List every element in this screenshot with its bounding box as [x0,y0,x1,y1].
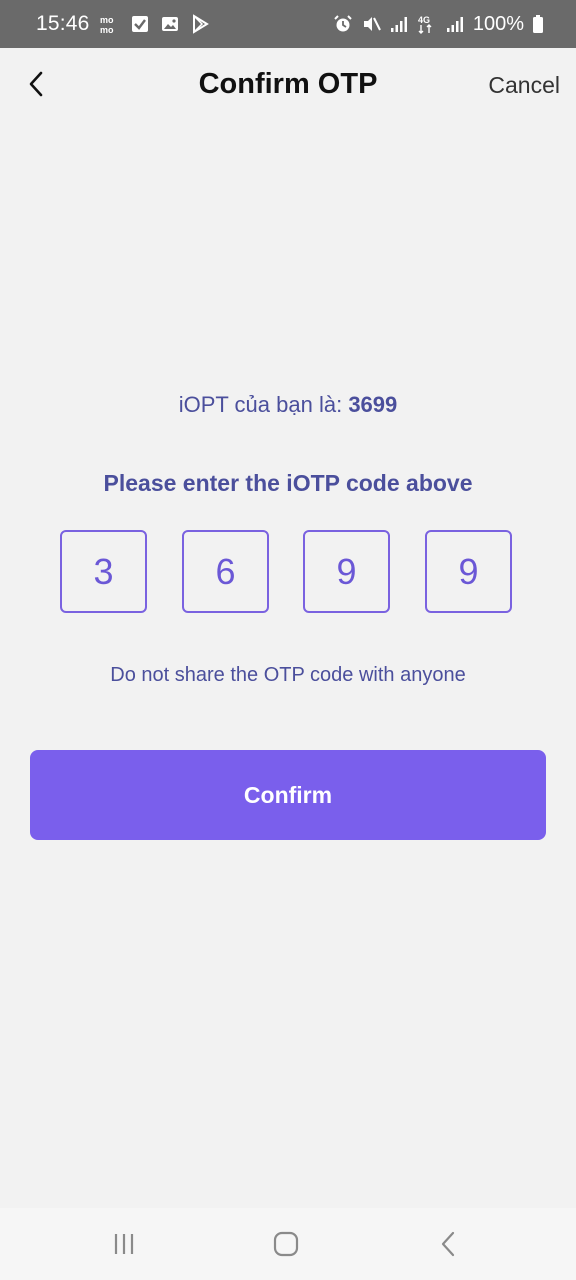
otp-code: 3699 [348,392,398,417]
otp-digit-input[interactable]: 9 [303,530,390,613]
alarm-icon [333,14,353,34]
battery-icon [532,14,544,34]
otp-input-group: 3 6 9 9 [60,530,516,616]
image-icon [160,14,180,34]
svg-text:mo: mo [100,25,114,34]
system-nav-bar [0,1208,576,1280]
home-icon [273,1231,299,1257]
mute-icon [361,14,381,34]
back-icon [441,1231,455,1257]
svg-text:mo: mo [100,15,114,25]
signal-icon [389,14,409,34]
otp-info: iOPT của bạn là: 3699 [0,392,576,418]
otp-info-prefix: iOPT của bạn là: [178,392,349,417]
momo-icon: mo mo [100,14,120,35]
cancel-button[interactable]: Cancel [488,72,560,99]
otp-instruction: Please enter the iOTP code above [103,470,473,496]
nav-back-button[interactable] [428,1226,468,1262]
confirm-button[interactable]: Confirm [30,750,546,840]
4g-icon: 4G [417,14,437,34]
status-right: 4G 100% [333,0,544,48]
status-bar: 15:46 mo mo 4G 100% [0,0,576,48]
otp-digit-input[interactable]: 3 [60,530,147,613]
otp-digit-input[interactable]: 9 [425,530,512,613]
signal-icon [445,14,465,34]
otp-digit-input[interactable]: 6 [182,530,269,613]
check-box-icon [130,14,150,34]
recent-apps-icon [114,1234,134,1254]
home-button[interactable] [266,1226,306,1262]
play-store-icon [190,14,210,34]
status-time: 15:46 [36,12,90,35]
battery-percentage: 100% [472,12,524,35]
app-header: Confirm OTP Cancel [0,48,576,124]
recent-apps-button[interactable] [104,1226,144,1262]
svg-text:4G: 4G [418,15,430,25]
status-left: 15:46 mo mo [36,0,210,48]
otp-warning: Do not share the OTP code with anyone [110,664,466,686]
